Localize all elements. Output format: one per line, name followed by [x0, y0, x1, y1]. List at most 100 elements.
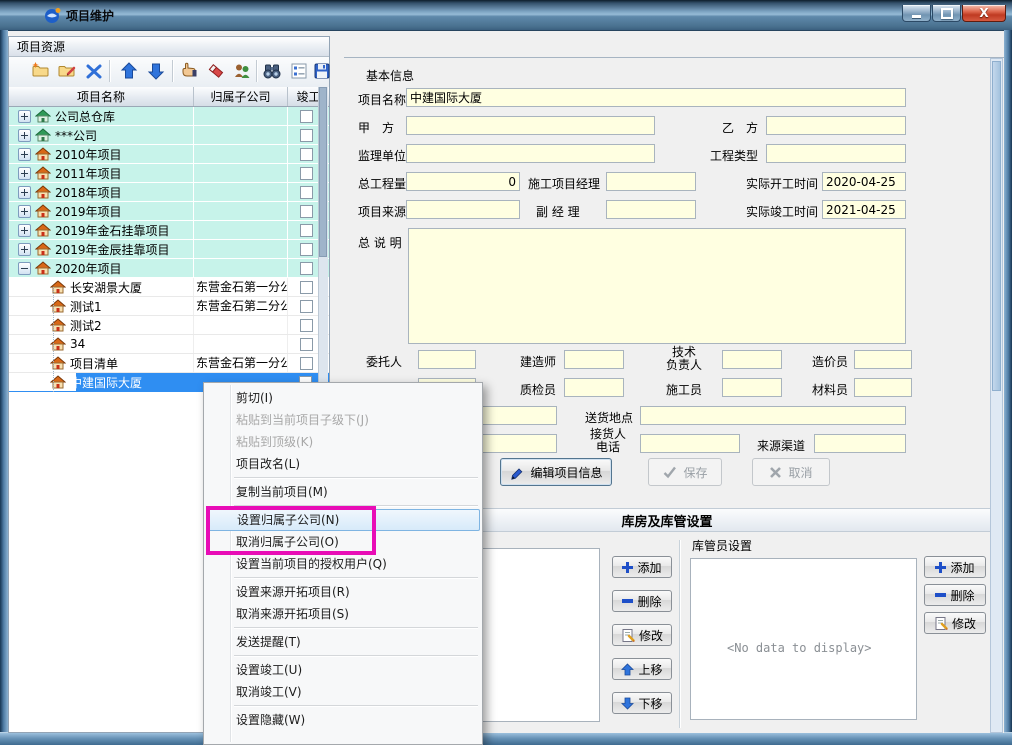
- quality-officer-input[interactable]: [564, 378, 624, 397]
- supervisor-input[interactable]: [406, 144, 655, 163]
- done-checkbox[interactable]: [300, 129, 313, 142]
- menu-item-cut[interactable]: 剪切(I): [204, 387, 482, 409]
- delete-icon[interactable]: [84, 61, 104, 81]
- menu-item-set-source-project[interactable]: 设置来源开拓项目(R): [204, 581, 482, 603]
- warehouse-add-button[interactable]: 添加: [612, 556, 672, 578]
- delivery-place-input[interactable]: [640, 406, 906, 425]
- warehouse-delete-button[interactable]: 删除: [612, 590, 672, 612]
- expand-icon[interactable]: [18, 224, 31, 237]
- menu-item-rename[interactable]: 项目改名(L): [204, 453, 482, 475]
- done-checkbox[interactable]: [300, 300, 313, 313]
- keeper-modify-button[interactable]: 修改: [924, 612, 986, 634]
- warehouse-move-up-button[interactable]: 上移: [612, 658, 672, 680]
- material-officer-input[interactable]: [854, 378, 912, 397]
- tree-row-expanded[interactable]: 2020年项目: [9, 259, 329, 278]
- page-scrollbar[interactable]: [990, 58, 1003, 733]
- scrollbar-thumb[interactable]: [992, 61, 1001, 391]
- done-checkbox[interactable]: [300, 262, 313, 275]
- edit-folder-icon[interactable]: [57, 61, 77, 81]
- search-icon[interactable]: [262, 61, 282, 81]
- move-up-icon[interactable]: [119, 61, 139, 81]
- client-input[interactable]: [418, 350, 476, 369]
- warehouse-modify-button[interactable]: 修改: [612, 624, 672, 646]
- actual-start-input[interactable]: [822, 172, 906, 191]
- builder-input[interactable]: [564, 350, 624, 369]
- edit-project-button[interactable]: 编辑项目信息: [500, 458, 612, 486]
- move-down-icon[interactable]: [146, 61, 166, 81]
- done-checkbox[interactable]: [300, 338, 313, 351]
- done-checkbox[interactable]: [300, 167, 313, 180]
- party-b-input[interactable]: [766, 116, 906, 135]
- done-checkbox[interactable]: [300, 148, 313, 161]
- menu-item-unset-completed[interactable]: 取消竣工(V): [204, 681, 482, 703]
- column-header-company[interactable]: 归属子公司: [193, 87, 287, 106]
- done-checkbox[interactable]: [300, 110, 313, 123]
- expand-icon[interactable]: [18, 243, 31, 256]
- tree-row[interactable]: 长安湖景大厦 东营金石第一分公: [9, 278, 329, 297]
- select-hand-icon[interactable]: [179, 61, 199, 81]
- minimize-button[interactable]: [902, 5, 931, 22]
- expand-icon[interactable]: [18, 148, 31, 161]
- expand-icon[interactable]: [18, 110, 31, 123]
- done-checkbox[interactable]: [300, 319, 313, 332]
- tree-row[interactable]: 项目清单 东营金石第一分公: [9, 354, 329, 373]
- users-icon[interactable]: [232, 61, 252, 81]
- save-button[interactable]: 保存: [648, 458, 722, 486]
- keeper-add-button[interactable]: 添加: [924, 556, 986, 578]
- menu-item-paste-top-level[interactable]: 粘贴到顶级(K): [204, 431, 482, 453]
- scrollbar-thumb[interactable]: [319, 87, 327, 257]
- menu-item-set-hidden[interactable]: 设置隐藏(W): [204, 709, 482, 731]
- done-checkbox[interactable]: [300, 224, 313, 237]
- cost-estimator-input[interactable]: [854, 350, 912, 369]
- project-type-input[interactable]: [766, 144, 906, 163]
- tree-row[interactable]: 34: [9, 335, 329, 354]
- tech-lead-input[interactable]: [722, 350, 782, 369]
- collapse-icon[interactable]: [18, 262, 31, 275]
- menu-item-copy-project[interactable]: 复制当前项目(M): [204, 481, 482, 503]
- keeper-delete-button[interactable]: 删除: [924, 584, 986, 606]
- done-checkbox[interactable]: [300, 205, 313, 218]
- tree-row[interactable]: 2019年金辰挂靠项目: [9, 240, 329, 259]
- expand-icon[interactable]: [18, 129, 31, 142]
- tree-row[interactable]: 2011年项目: [9, 164, 329, 183]
- tree-row[interactable]: ***公司: [9, 126, 329, 145]
- expand-icon[interactable]: [18, 186, 31, 199]
- tree-row[interactable]: 测试2: [9, 316, 329, 335]
- summary-textarea[interactable]: [408, 228, 906, 344]
- tree-row[interactable]: 2019年金石挂靠项目: [9, 221, 329, 240]
- save-icon[interactable]: [312, 61, 332, 81]
- party-a-input[interactable]: [406, 116, 655, 135]
- eraser-icon[interactable]: [206, 61, 226, 81]
- construction-officer-input[interactable]: [722, 378, 782, 397]
- checklist-icon[interactable]: [289, 61, 309, 81]
- menu-item-unset-source-project[interactable]: 取消来源开拓项目(S): [204, 603, 482, 625]
- project-name-input[interactable]: [406, 88, 906, 107]
- project-source-input[interactable]: [406, 200, 520, 219]
- close-button[interactable]: X: [962, 5, 1006, 22]
- tree-row[interactable]: 公司总仓库: [9, 107, 329, 126]
- tree-row[interactable]: 2019年项目: [9, 202, 329, 221]
- done-checkbox[interactable]: [300, 281, 313, 294]
- tree-row[interactable]: 2018年项目: [9, 183, 329, 202]
- tree-row[interactable]: 2010年项目: [9, 145, 329, 164]
- tree-row[interactable]: 测试1 东营金石第二分公: [9, 297, 329, 316]
- menu-item-set-completed[interactable]: 设置竣工(U): [204, 659, 482, 681]
- maximize-button[interactable]: [932, 5, 961, 22]
- receiver-phone-input[interactable]: [640, 434, 740, 453]
- new-folder-icon[interactable]: [31, 61, 51, 81]
- menu-item-paste-as-child[interactable]: 粘贴到当前项目子级下(J): [204, 409, 482, 431]
- deputy-manager-input[interactable]: [606, 200, 696, 219]
- title-bar[interactable]: 项目维护 X: [0, 0, 1012, 31]
- done-checkbox[interactable]: [300, 186, 313, 199]
- actual-finish-input[interactable]: [822, 200, 906, 219]
- done-checkbox[interactable]: [300, 243, 313, 256]
- keeper-grid[interactable]: [690, 558, 917, 720]
- construction-manager-input[interactable]: [606, 172, 696, 191]
- menu-item-set-authorized-users[interactable]: 设置当前项目的授权用户(Q): [204, 553, 482, 575]
- expand-icon[interactable]: [18, 205, 31, 218]
- total-quantity-input[interactable]: [406, 172, 520, 191]
- done-checkbox[interactable]: [300, 357, 313, 370]
- column-header-name[interactable]: 项目名称: [9, 87, 193, 106]
- source-channel-input[interactable]: [814, 434, 906, 453]
- warehouse-move-down-button[interactable]: 下移: [612, 692, 672, 714]
